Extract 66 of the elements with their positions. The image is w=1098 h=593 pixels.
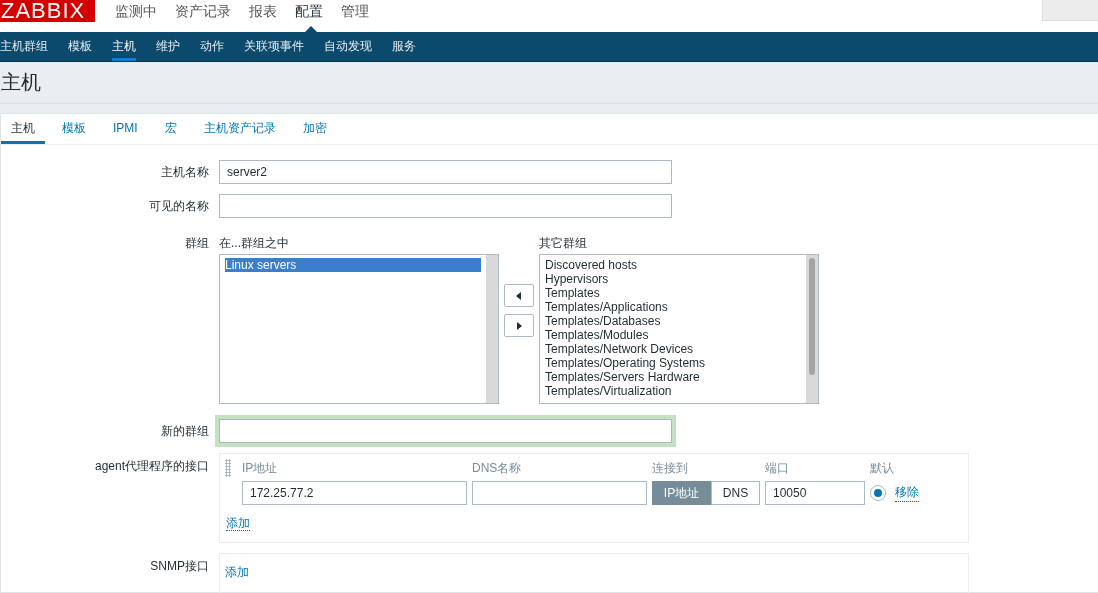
field-label: SNMP接口: [149, 558, 210, 575]
list-option[interactable]: Templates: [545, 286, 801, 300]
list-option[interactable]: Templates/Operating Systems: [545, 356, 801, 370]
visible-name-field[interactable]: [219, 194, 672, 218]
column-header: DNS名称: [472, 460, 523, 477]
host-name-field[interactable]: server2: [219, 160, 672, 184]
tab[interactable]: 主机资产记录: [193, 114, 286, 144]
sub-menu-item[interactable]: 主机: [112, 32, 136, 61]
logo[interactable]: ZABBIX: [0, 0, 95, 22]
page-title: 主机: [0, 70, 41, 95]
field-label: 群组: [184, 235, 210, 252]
field-label: 主机名称: [160, 163, 210, 181]
sub-menu-item[interactable]: 自动发现: [324, 32, 372, 61]
field-label: agent代理程序的接口: [93, 458, 210, 475]
scrollbar[interactable]: [486, 255, 498, 403]
scrollbar[interactable]: [806, 255, 818, 403]
list-option[interactable]: Linux servers: [225, 258, 481, 272]
move-right-button[interactable]: [504, 314, 534, 337]
dns-name-field[interactable]: [472, 481, 647, 505]
column-header: 连接到: [652, 460, 689, 477]
list-option[interactable]: Discovered hosts: [545, 258, 801, 272]
tab[interactable]: IPMI: [103, 114, 148, 144]
list-option[interactable]: Templates/Applications: [545, 300, 801, 314]
menu-item[interactable]: 报表: [249, 0, 285, 32]
list-title: 其它群组: [539, 235, 588, 252]
tab[interactable]: 宏: [154, 114, 187, 144]
tab[interactable]: 主机: [1, 114, 45, 144]
ip-address-field[interactable]: 172.25.77.2: [242, 481, 467, 505]
list-option[interactable]: Templates/Network Devices: [545, 342, 801, 356]
group-listbox[interactable]: Linux servers: [219, 254, 499, 404]
connect-option[interactable]: DNS: [711, 481, 760, 505]
drag-handle-icon[interactable]: [225, 459, 231, 477]
group-listbox[interactable]: [539, 254, 819, 404]
scrollbar-thumb[interactable]: [809, 258, 815, 375]
tab[interactable]: 加密: [292, 114, 337, 144]
menu-item[interactable]: 配置: [295, 0, 331, 32]
column-header: IP地址: [242, 460, 279, 477]
sub-menu-item[interactable]: 主机群组: [0, 32, 48, 61]
add-link[interactable]: 添加: [225, 565, 249, 579]
sub-menu-item[interactable]: 维护: [156, 32, 180, 61]
add-link[interactable]: 添加: [226, 516, 250, 531]
list-option[interactable]: Templates/Servers Hardware: [545, 370, 801, 384]
sub-menu-item[interactable]: 服务: [392, 32, 416, 61]
column-header: 默认: [870, 460, 895, 477]
move-left-button[interactable]: [504, 284, 534, 307]
right-arrow-icon: [514, 320, 524, 331]
sub-menu-item[interactable]: 模板: [68, 32, 92, 61]
list-option[interactable]: Templates/Virtualization: [545, 384, 801, 398]
sub-menu-item[interactable]: 关联项事件: [244, 32, 304, 61]
menu-item[interactable]: 监测中: [115, 0, 165, 32]
field-label: 可见的名称: [148, 197, 210, 215]
list-title: 在...群组之中: [219, 235, 290, 252]
list-option[interactable]: Templates/Databases: [545, 314, 801, 328]
menu-item[interactable]: 管理: [341, 0, 377, 32]
left-arrow-icon: [514, 290, 524, 301]
port-field[interactable]: 10050: [765, 481, 865, 505]
menu-item[interactable]: 资产记录: [175, 0, 239, 32]
field-label: 新的群组: [160, 422, 210, 440]
default-radio[interactable]: [870, 485, 886, 501]
remove-link[interactable]: 移除: [895, 484, 919, 502]
list-option[interactable]: Hypervisors: [545, 272, 801, 286]
list-option[interactable]: Templates/Modules: [545, 328, 801, 342]
search-field[interactable]: [1042, 0, 1098, 21]
sub-menu-item[interactable]: 动作: [200, 32, 224, 61]
tab[interactable]: 模板: [52, 114, 96, 144]
column-header: 端口: [765, 460, 790, 477]
